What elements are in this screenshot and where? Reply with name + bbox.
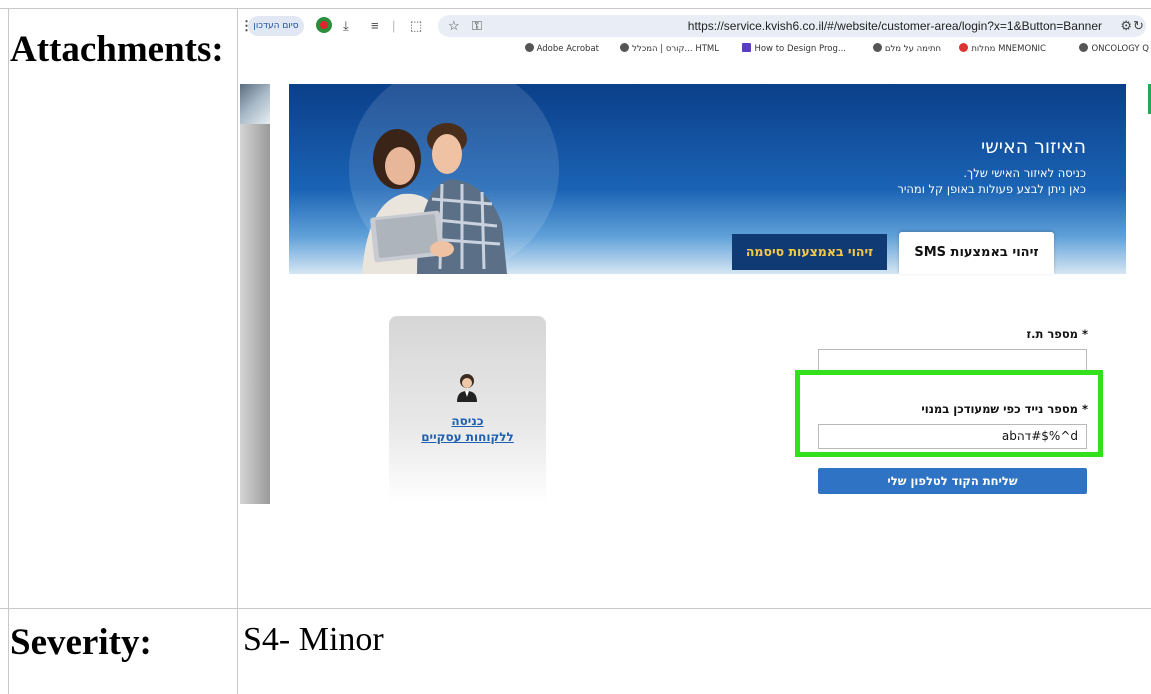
send-code-button[interactable]: שליחת הקוד לטלפון שלי [818,468,1087,494]
login-page: האיזור האישי כניסה לאיזור האישי שלך. כאן… [270,84,1148,504]
resume-update-button[interactable]: סיום העדכון [248,16,304,36]
address-bar[interactable]: ☆ ⚿ https://service.kvish6.co.il/#/websi… [438,15,1146,37]
business-login-link[interactable]: כניסה [389,414,546,428]
table-border-top [0,8,1151,9]
bookmark-adobe[interactable]: Adobe Acrobat [524,43,599,54]
hero-title: האיזור האישי [981,136,1086,158]
table-border-left [8,8,9,694]
globe-icon [872,43,882,52]
attached-screenshot: ⋮ סיום העדכון ⤓ ≡ | ⬚ ☆ ⚿ https://servic… [240,10,1151,504]
globe-icon [620,43,630,52]
bookmarks-bar: ONCOLOGY Q מחלות MNEMONIC חתימה על מלם H… [240,40,1151,58]
tab-password-login[interactable]: זיהוי באמצעות סיסמה [732,234,887,270]
business-person-icon [457,374,477,402]
bookmark-html-course[interactable]: קורס | המכלל... HTML [620,43,719,54]
table-border-column [237,8,238,694]
bookmark-icon [742,43,752,52]
password-key-icon[interactable]: ⚿ [472,16,482,36]
table-border-middle [0,608,1151,609]
couple-with-laptop-image [362,123,507,274]
severity-label: Severity: [10,622,152,663]
hero-subtitle-1: כניסה לאיזור האישי שלך. [963,166,1086,180]
reload-icon[interactable]: ↻ [1133,16,1144,36]
download-icon[interactable]: ⤓ [343,16,349,36]
bookmark-star-icon[interactable]: ☆ [448,16,460,36]
tab-sms-login[interactable]: זיהוי באמצעות SMS [899,232,1054,274]
page-corner-decoration [240,84,270,124]
toolbar-divider: | [392,18,396,33]
attachments-label: Attachments: [10,29,224,70]
reading-list-icon[interactable]: ≡ [371,16,379,36]
site-settings-icon[interactable]: ⚙ [1120,16,1132,36]
globe-icon [1079,43,1089,52]
bookmark-design[interactable]: How to Design Prog... [742,43,846,54]
record-icon[interactable] [316,17,332,33]
business-customers-link[interactable]: ללקוחות עסקיים [389,430,546,444]
bookmark-signature[interactable]: חתימה על מלם [872,43,941,54]
business-login-card: כניסה ללקוחות עסקיים [389,316,546,504]
bug-highlight-box [795,370,1103,457]
globe-icon [524,43,534,52]
heart-icon [959,43,969,52]
bookmark-mnemonic[interactable]: מחלות MNEMONIC [959,43,1046,54]
id-number-label: * מספר ת.ז [1026,327,1088,341]
hero-subtitle-2: כאן ניתן לבצע פעולות באופן קל ומהיר [897,182,1086,196]
severity-value: S4- Minor [243,621,384,658]
bookmark-oncology[interactable]: ONCOLOGY Q [1079,43,1149,54]
page-scroll-shadow [240,84,270,504]
extensions-icon[interactable]: ⬚ [410,16,422,36]
url-text: https://service.kvish6.co.il/#/website/c… [687,19,1102,33]
